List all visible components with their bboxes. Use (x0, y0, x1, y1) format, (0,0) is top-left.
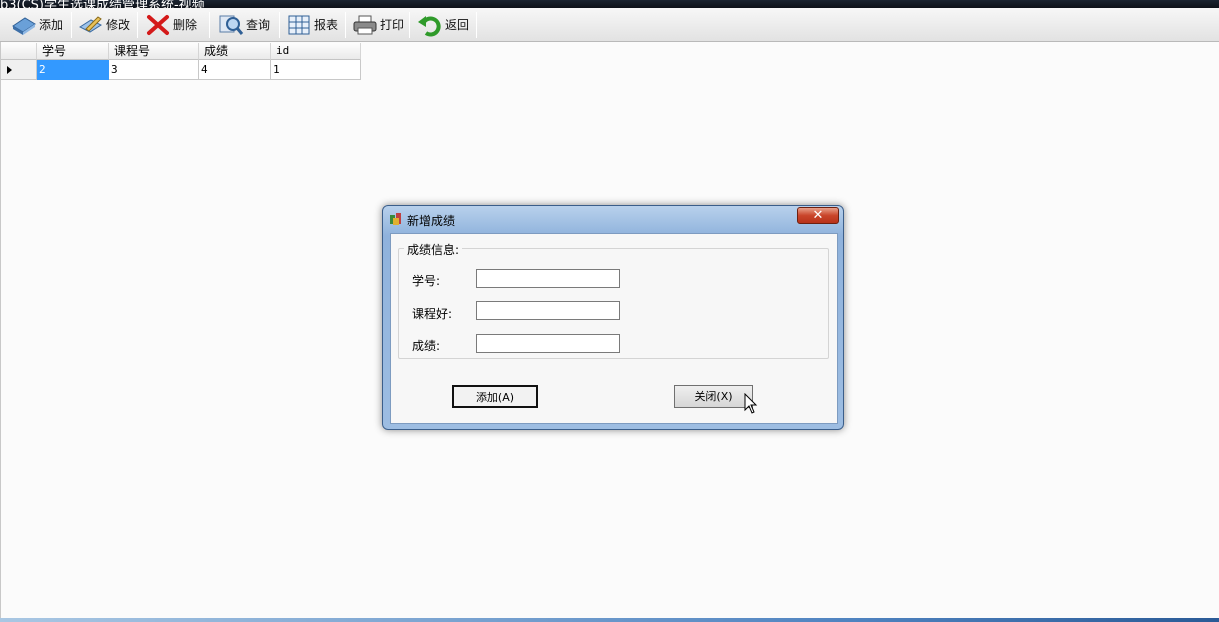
score-info-group-label: 成绩信息: (404, 241, 463, 258)
mouse-pointer-icon (744, 392, 758, 418)
course-id-label: 课程好: (412, 307, 453, 321)
toolbar-separator (345, 12, 346, 38)
toolbar-separator (279, 12, 280, 38)
dialog-app-icon (389, 212, 403, 226)
magnifier-icon (218, 13, 244, 37)
window-titlebar: b3(CS)学生选课成绩管理系统-视频 (0, 0, 1219, 8)
add-icon (11, 13, 37, 37)
dialog-add-button[interactable]: 添加(A) (452, 385, 538, 408)
cell-course-id[interactable]: 3 (109, 60, 199, 80)
toolbar-separator (476, 12, 477, 38)
edit-button-label: 修改 (106, 18, 131, 32)
window-title: b3(CS)学生选课成绩管理系统-视频 (0, 0, 205, 8)
score-label: 成绩: (412, 339, 441, 353)
print-button[interactable]: 打印 (349, 10, 407, 39)
column-header-course-id[interactable]: 课程号 (109, 43, 199, 60)
return-arrow-icon (417, 13, 443, 37)
grid-corner-cell (1, 43, 37, 60)
toolbar-separator (209, 12, 210, 38)
column-header-student-id[interactable]: 学号 (37, 43, 109, 60)
dialog-close-button[interactable]: ✕ (797, 207, 839, 224)
query-button[interactable]: 查询 (215, 10, 273, 39)
row-header[interactable] (1, 60, 37, 80)
toolbar-separator (137, 12, 138, 38)
cell-id[interactable]: 1 (271, 60, 361, 80)
edit-icon (78, 13, 104, 37)
delete-button-label: 删除 (173, 18, 198, 32)
dialog-title: 新增成绩 (407, 214, 456, 228)
score-input[interactable] (476, 334, 620, 353)
query-button-label: 查询 (246, 18, 271, 32)
back-button[interactable]: 返回 (414, 10, 472, 39)
taskbar-edge (0, 618, 1219, 622)
column-header-score[interactable]: 成绩 (199, 43, 271, 60)
student-id-input[interactable] (476, 269, 620, 288)
report-button[interactable]: 报表 (283, 10, 341, 39)
toolbar: 添加 修改 删除 查询 报表 打印 返回 (0, 8, 1219, 42)
cell-score[interactable]: 4 (199, 60, 271, 80)
toolbar-separator (409, 12, 410, 38)
delete-x-icon (145, 13, 171, 37)
add-score-dialog: 新增成绩 ✕ 成绩信息: 学号: 课程好: 成绩: 添加(A) 关闭(X) (382, 205, 844, 430)
course-id-input[interactable] (476, 301, 620, 320)
report-button-label: 报表 (314, 18, 339, 32)
print-button-label: 打印 (380, 18, 405, 32)
table-grid-icon (286, 13, 312, 37)
cell-student-id[interactable]: 2 (37, 60, 109, 80)
column-header-id[interactable]: id (271, 43, 361, 60)
current-row-arrow-icon (7, 66, 12, 74)
add-button-label: 添加 (39, 18, 64, 32)
back-button-label: 返回 (445, 18, 470, 32)
printer-icon (352, 13, 378, 37)
student-id-label: 学号: (412, 274, 441, 288)
toolbar-separator (71, 12, 72, 38)
delete-button[interactable]: 删除 (142, 10, 200, 39)
dialog-body: 成绩信息: 学号: 课程好: 成绩: 添加(A) 关闭(X) (390, 233, 838, 424)
dialog-close-text-button[interactable]: 关闭(X) (674, 385, 753, 408)
add-button[interactable]: 添加 (8, 10, 66, 39)
edit-button[interactable]: 修改 (75, 10, 133, 39)
